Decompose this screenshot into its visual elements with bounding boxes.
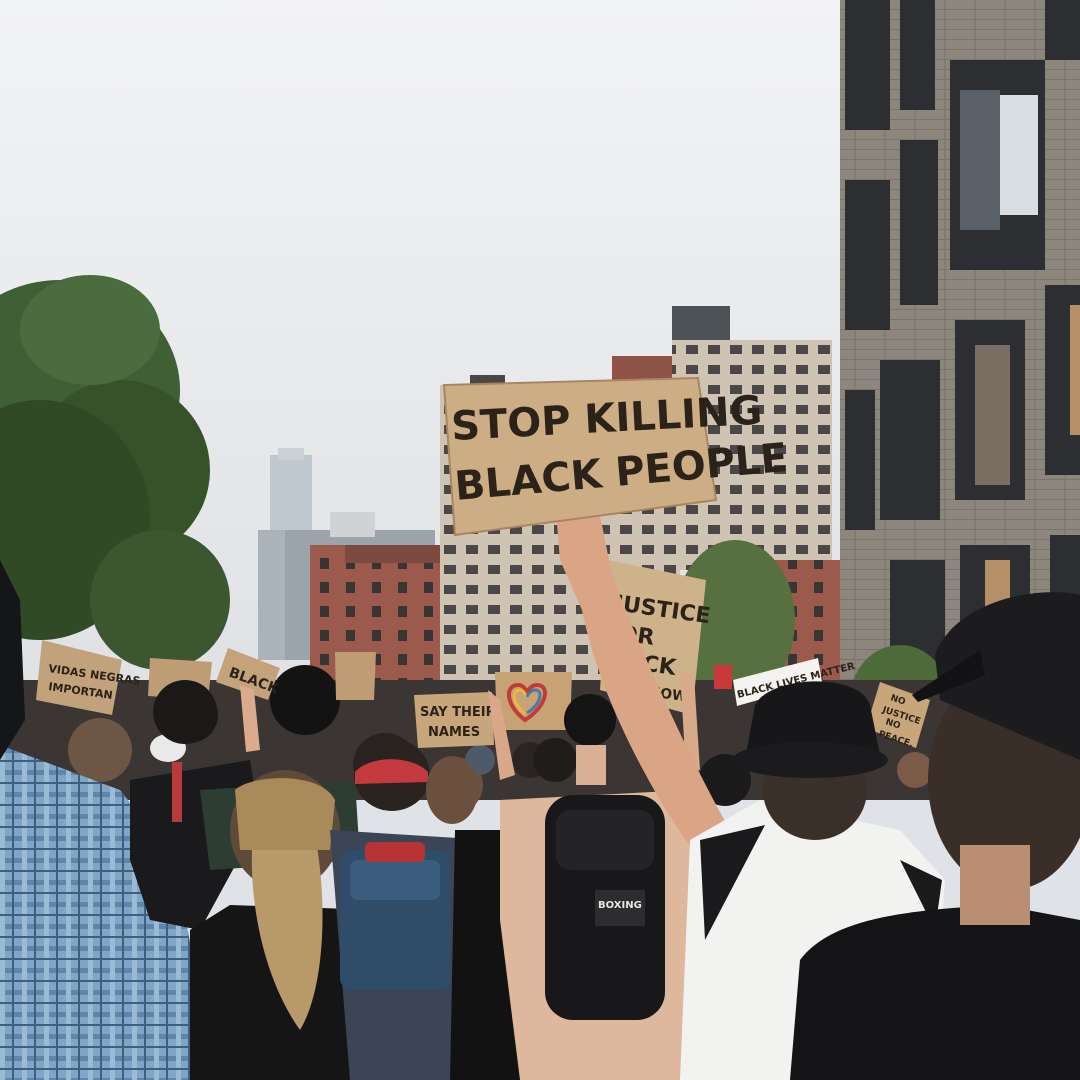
sign-names-line1: SAY THEIR [420, 705, 496, 720]
sign-say-their-names: SAY THEIR NAMES [414, 692, 496, 748]
sign-names-line2: NAMES [428, 725, 480, 740]
sign-blank-center [335, 652, 376, 700]
backpack-print: BOXING [598, 900, 642, 911]
right-building [840, 0, 1080, 690]
protest-photo: VIDAS NEGRAS IMPORTAN BLACK JUSTICE OR A… [0, 0, 1080, 1080]
sign-rainbow-heart [495, 672, 572, 730]
photo-scene: VIDAS NEGRAS IMPORTAN BLACK JUSTICE OR A… [0, 0, 1080, 1080]
street-sign-red [714, 665, 732, 689]
